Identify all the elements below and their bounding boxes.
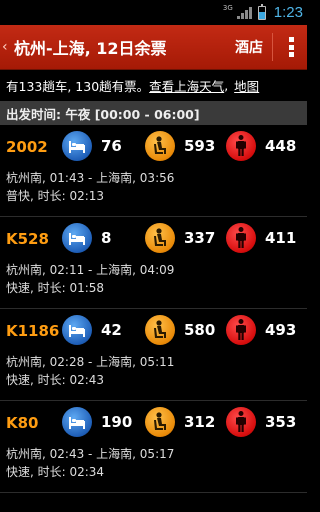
train-route: 杭州南, 02:43 - 上海南, 05:17 [6, 447, 175, 461]
train-number: K528 [6, 230, 49, 248]
train-row[interactable]: K1186 42 580 493 杭州南, 02:28 - 上海南, 05:11… [0, 309, 307, 401]
standing-count: 411 [265, 229, 297, 247]
hard-seat-icon [145, 131, 175, 161]
sleeper-berth-icon [62, 131, 92, 161]
train-meta: 快速, 时长: 02:34 [6, 465, 105, 479]
action-divider [272, 33, 273, 61]
seat-availability: 312 [145, 407, 215, 437]
standing-count: 448 [265, 137, 297, 155]
seat-count: 337 [184, 229, 216, 247]
battery-charging-icon [257, 3, 266, 20]
hard-seat-icon [145, 315, 175, 345]
standing-person-icon [226, 131, 256, 161]
status-icons: 3G 1:23 [223, 2, 303, 23]
train-route: 杭州南, 01:43 - 上海南, 03:56 [6, 171, 175, 185]
sleeper-count: 76 [101, 137, 122, 155]
seat-count: 312 [184, 413, 216, 431]
map-link[interactable]: 地图 [234, 76, 259, 95]
standing-person-icon [226, 407, 256, 437]
weather-link[interactable]: 查看上海天气 [149, 76, 224, 95]
train-number: K80 [6, 414, 39, 432]
standing-availability: 493 [226, 315, 296, 345]
sleeper-berth-icon [62, 407, 92, 437]
train-row[interactable]: 2002 76 593 448 杭州南, 01:43 - 上海南, 03:56 … [0, 125, 307, 217]
sleeper-count: 42 [101, 321, 122, 339]
summary-separator: , [224, 78, 229, 93]
page-title[interactable]: 杭州-上海, 12日余票 [14, 35, 167, 59]
sleeper-availability: 76 [62, 131, 122, 161]
action-bar: ‹ 杭州-上海, 12日余票 酒店 [0, 25, 307, 70]
seat-count: 580 [184, 321, 216, 339]
sleeper-availability: 190 [62, 407, 132, 437]
summary-text: 有133趟车, 130趟有票。 [6, 79, 150, 94]
seat-availability: 580 [145, 315, 215, 345]
train-route: 杭州南, 02:28 - 上海南, 05:11 [6, 355, 175, 369]
time-section-header: 出发时间: 午夜 [00:00 - 06:00] [0, 101, 307, 125]
standing-count: 353 [265, 413, 297, 431]
sleeper-berth-icon [62, 223, 92, 253]
hard-seat-icon [145, 407, 175, 437]
train-meta: 普快, 时长: 02:13 [6, 189, 105, 203]
standing-availability: 448 [226, 131, 296, 161]
seat-availability: 337 [145, 223, 215, 253]
overflow-menu-icon[interactable] [289, 37, 295, 57]
results-summary: 有133趟车, 130趟有票。 查看上海天气, 地图 [0, 70, 307, 101]
seat-availability: 593 [145, 131, 215, 161]
standing-person-icon [226, 315, 256, 345]
seat-count: 593 [184, 137, 216, 155]
standing-availability: 353 [226, 407, 296, 437]
network-type: 3G [222, 3, 233, 12]
sleeper-availability: 8 [62, 223, 111, 253]
standing-person-icon [226, 223, 256, 253]
sleeper-count: 8 [101, 229, 112, 247]
train-number: 2002 [6, 138, 48, 156]
train-row[interactable]: K528 8 337 411 杭州南, 02:11 - 上海南, 04:09 快… [0, 217, 307, 309]
standing-availability: 411 [226, 223, 296, 253]
train-route: 杭州南, 02:11 - 上海南, 04:09 [6, 263, 175, 277]
back-chevron-icon[interactable]: ‹ [2, 39, 14, 55]
standing-count: 493 [265, 321, 297, 339]
signal-icon [236, 6, 252, 19]
status-bar: 3G 1:23 [0, 0, 307, 25]
sleeper-berth-icon [62, 315, 92, 345]
train-meta: 快速, 时长: 02:43 [6, 373, 105, 387]
train-meta: 快速, 时长: 01:58 [6, 281, 105, 295]
hotel-button[interactable]: 酒店 [235, 25, 263, 69]
train-list: 2002 76 593 448 杭州南, 01:43 - 上海南, 03:56 … [0, 125, 307, 493]
sleeper-availability: 42 [62, 315, 122, 345]
status-time: 1:23 [273, 4, 303, 21]
train-number: K1186 [6, 322, 60, 340]
sleeper-count: 190 [101, 413, 133, 431]
train-row[interactable]: K80 190 312 353 杭州南, 02:43 - 上海南, 05:17 … [0, 401, 307, 493]
hard-seat-icon [145, 223, 175, 253]
